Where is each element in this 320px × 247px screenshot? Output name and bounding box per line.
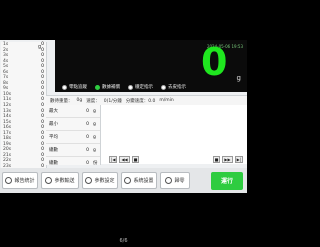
button-label: 參數輸送 [54,178,75,184]
button-label: 報告統計 [14,178,35,184]
stat-row: 總數 0 g [46,144,100,157]
weight-chart [101,105,247,160]
zero-button[interactable]: 歸零 [160,172,190,189]
report-stats-button[interactable]: 報告統計 [2,172,38,189]
button-label: 系統設置 [133,178,154,184]
param-settings-button[interactable]: 參數設定 [82,172,118,189]
button-label: 歸零 [174,178,185,184]
stat-value: 0 [86,147,89,153]
prev-button[interactable]: ◀◀ [119,156,130,163]
stat-value: 0 [86,134,89,140]
bottom-toolbar: 報告統計 參數輸送 參數設定 系統設置 歸零 運行 [0,168,247,193]
mode-label: 零點追蹤 [69,85,87,90]
stat-label: 最大 [49,109,58,114]
stat-value: 0 [86,108,89,114]
stop-button-2[interactable]: ■ [212,156,221,163]
list-unit: g [38,44,42,50]
info-value-b: 0(1/分鐘 [103,98,122,104]
stat-unit: g [93,108,96,114]
last-button[interactable]: ▶| [234,156,243,163]
radio-dot-icon [161,84,166,90]
button-label: 參數設定 [94,178,115,184]
time-list: 1s 0 2s 0 3s 0 4s 0 5s 0 6s 0 7s 0 8s 0 9s 0 10s 0 11s 0 12s 0 1… [1,42,47,188]
param-send-button[interactable]: 參數輸送 [41,172,79,189]
playback-controls: |◀ ◀◀ ■ ■ ▶▶ ▶| [101,155,247,164]
stat-label: 總數 [49,161,58,166]
mode-indicator[interactable]: 穩定指示 [128,84,153,90]
mode-indicator[interactable]: 數據補償 [95,84,120,90]
info-label-c: 分變速度：0.0 [125,98,156,104]
stat-value: 0 [86,121,89,127]
stat-unit: g [93,147,96,153]
stat-unit: 份 [93,161,98,166]
run-button[interactable]: 運行 [211,171,243,190]
button-icon [124,177,132,184]
app-screen: 1s 0 2s 0 3s 0 4s 0 5s 0 6s 0 7s 0 8s 0 9s 0 10s 0 11s 0 12s 0 1… [0,40,247,193]
first-button[interactable]: |◀ [109,156,118,163]
stat-value: 0 [86,160,89,166]
stat-row: 平均 0 g [46,131,100,144]
mode-label: 數據補償 [102,85,120,90]
stat-unit: g [93,134,96,140]
mode-label: 穩定指示 [135,85,153,90]
system-settings-button[interactable]: 系統設置 [121,172,157,189]
stop-button[interactable]: ■ [131,156,140,163]
next-button[interactable]: ▶▶ [222,156,233,163]
button-icon [165,177,173,184]
page-number: 6/6 [119,238,128,244]
button-icon [5,177,13,184]
info-unit-c: m/min [159,98,174,103]
info-value-a: 0g [76,98,83,103]
stat-label: 最小 [49,122,58,127]
weight-unit: g [236,74,241,82]
stat-label: 平均 [49,135,58,140]
info-label-a: 數待重量： [50,98,73,104]
stat-row: 最小 0 g [46,118,100,131]
radio-dot-icon [62,84,67,90]
button-icon [45,177,53,184]
mode-indicator[interactable]: 去皮指示 [161,84,186,90]
stat-row: 最大 0 g [46,105,100,118]
mode-indicator[interactable]: 零點追蹤 [62,84,87,90]
radio-dot-icon [128,84,133,90]
stats-panel: 最大 0 g 最小 0 g 平均 0 g 總數 0 g 總數 0 份 [46,105,101,170]
stat-unit: g [93,121,96,127]
stat-label: 總數 [49,148,58,153]
mode-label: 去皮指示 [168,85,186,90]
info-label-b: 速度： [86,98,100,104]
radio-dot-icon [95,84,100,90]
weight-value: 0 [201,40,228,84]
button-icon [85,177,93,184]
mode-indicators: 零點追蹤 數據補償 穩定指示 去皮指示 [62,84,247,90]
